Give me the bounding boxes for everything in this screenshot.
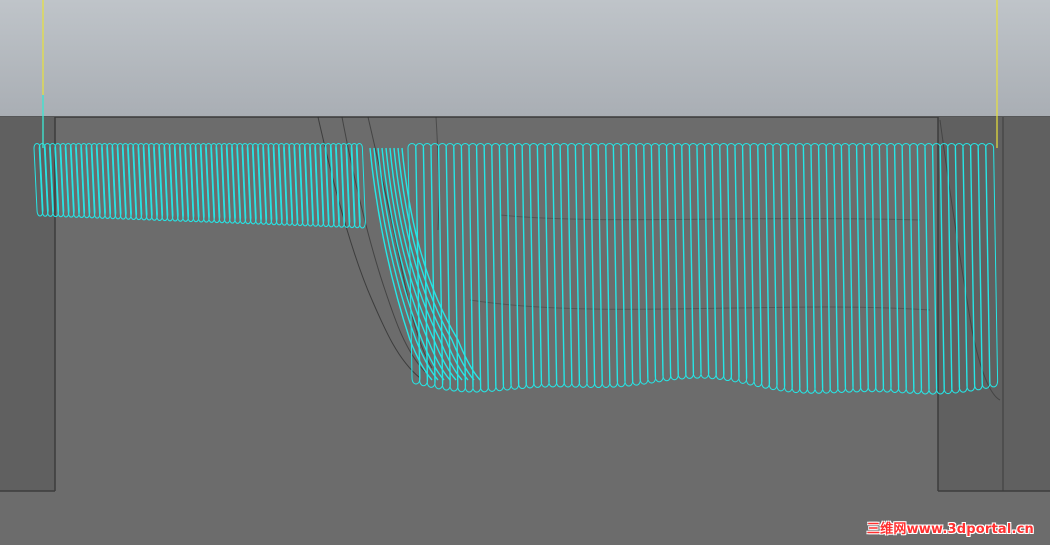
watermark-logo: 三维网www.3dportal.cn <box>867 518 1034 537</box>
watermark-text: 三维网www.3dportal.cn <box>866 522 1034 537</box>
machining-scene[interactable] <box>0 0 1050 545</box>
cad-viewport[interactable]: 三维网www.3dportal.cn <box>0 0 1050 545</box>
viewport-background-upper <box>0 0 1050 117</box>
